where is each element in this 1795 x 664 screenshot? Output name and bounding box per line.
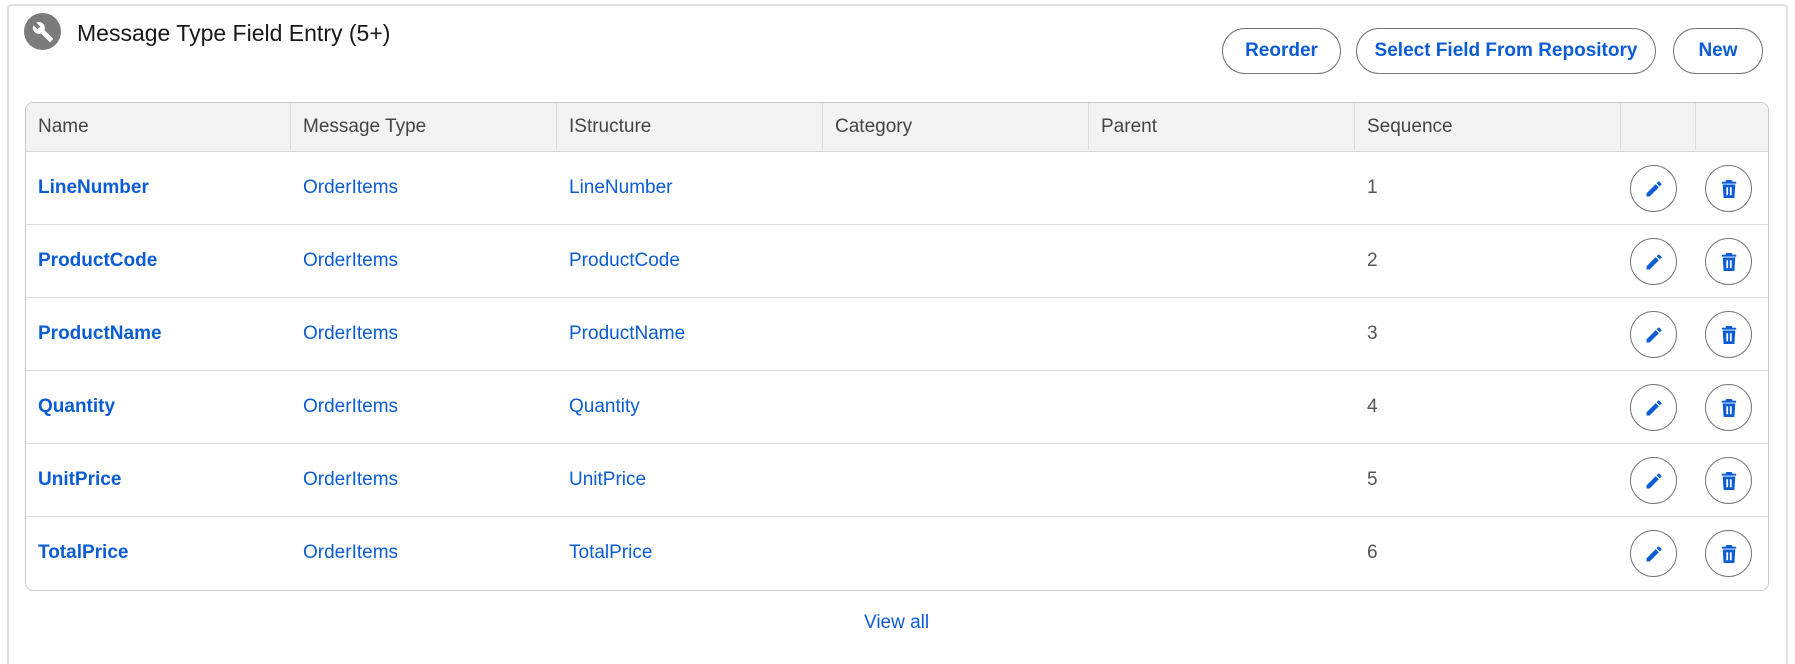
cell-sequence: 2 <box>1367 250 1378 271</box>
trash-icon <box>1720 325 1738 345</box>
cell-sequence: 6 <box>1367 542 1378 563</box>
cell-sequence: 1 <box>1367 177 1378 198</box>
table-row: TotalPrice OrderItems TotalPrice 6 <box>26 517 1768 590</box>
column-header-edit <box>1621 103 1696 150</box>
cell-parent <box>1089 225 1355 297</box>
delete-button[interactable] <box>1705 238 1752 285</box>
column-header-istructure[interactable]: IStructure <box>557 103 823 150</box>
pencil-icon <box>1644 252 1664 272</box>
column-header-category[interactable]: Category <box>823 103 1089 150</box>
pencil-icon <box>1644 179 1664 199</box>
wrench-icon <box>24 13 61 50</box>
cell-istructure[interactable]: LineNumber <box>557 152 823 224</box>
cell-istructure[interactable]: ProductName <box>557 298 823 370</box>
cell-message-type[interactable]: OrderItems <box>291 152 557 224</box>
cell-category <box>823 298 1089 370</box>
delete-button[interactable] <box>1705 384 1752 431</box>
cell-message-type[interactable]: OrderItems <box>291 517 557 589</box>
column-header-message-type[interactable]: Message Type <box>291 103 557 150</box>
trash-icon <box>1720 179 1738 199</box>
fields-table: Name Message Type IStructure Category Pa… <box>25 102 1769 591</box>
cell-name[interactable]: TotalPrice <box>26 517 291 589</box>
table-row: LineNumber OrderItems LineNumber 1 <box>26 152 1768 225</box>
cell-istructure[interactable]: UnitPrice <box>557 444 823 516</box>
cell-name[interactable]: LineNumber <box>26 152 291 224</box>
cell-name[interactable]: ProductCode <box>26 225 291 297</box>
cell-parent <box>1089 298 1355 370</box>
edit-button[interactable] <box>1630 238 1677 285</box>
edit-button[interactable] <box>1630 165 1677 212</box>
table-row: Quantity OrderItems Quantity 4 <box>26 371 1768 444</box>
cell-sequence: 3 <box>1367 323 1378 344</box>
cell-name[interactable]: UnitPrice <box>26 444 291 516</box>
delete-button[interactable] <box>1705 457 1752 504</box>
cell-parent <box>1089 444 1355 516</box>
pencil-icon <box>1644 398 1664 418</box>
reorder-button[interactable]: Reorder <box>1222 28 1341 74</box>
cell-category <box>823 225 1089 297</box>
new-button[interactable]: New <box>1673 28 1763 74</box>
trash-icon <box>1720 471 1738 491</box>
edit-button[interactable] <box>1630 311 1677 358</box>
cell-category <box>823 371 1089 443</box>
cell-message-type[interactable]: OrderItems <box>291 225 557 297</box>
edit-button[interactable] <box>1630 384 1677 431</box>
cell-name[interactable]: Quantity <box>26 371 291 443</box>
table-row: ProductCode OrderItems ProductCode 2 <box>26 225 1768 298</box>
column-header-sequence[interactable]: Sequence <box>1355 103 1621 150</box>
edit-button[interactable] <box>1630 457 1677 504</box>
column-header-delete <box>1696 103 1768 150</box>
pencil-icon <box>1644 544 1664 564</box>
pencil-icon <box>1644 471 1664 491</box>
trash-icon <box>1720 544 1738 564</box>
cell-name[interactable]: ProductName <box>26 298 291 370</box>
cell-category <box>823 444 1089 516</box>
cell-parent <box>1089 371 1355 443</box>
delete-button[interactable] <box>1705 311 1752 358</box>
table-row: UnitPrice OrderItems UnitPrice 5 <box>26 444 1768 517</box>
trash-icon <box>1720 398 1738 418</box>
cell-parent <box>1089 517 1355 589</box>
cell-sequence: 5 <box>1367 469 1378 490</box>
cell-istructure[interactable]: Quantity <box>557 371 823 443</box>
cell-parent <box>1089 152 1355 224</box>
cell-message-type[interactable]: OrderItems <box>291 444 557 516</box>
cell-sequence: 4 <box>1367 396 1378 417</box>
column-header-name[interactable]: Name <box>26 103 291 150</box>
table-header: Name Message Type IStructure Category Pa… <box>26 103 1768 152</box>
card-title: Message Type Field Entry (5+) <box>77 20 391 46</box>
trash-icon <box>1720 252 1738 272</box>
select-field-from-repository-button[interactable]: Select Field From Repository <box>1356 28 1656 74</box>
cell-istructure[interactable]: ProductCode <box>557 225 823 297</box>
cell-message-type[interactable]: OrderItems <box>291 298 557 370</box>
delete-button[interactable] <box>1705 165 1752 212</box>
cell-message-type[interactable]: OrderItems <box>291 371 557 443</box>
cell-istructure[interactable]: TotalPrice <box>557 517 823 589</box>
pencil-icon <box>1644 325 1664 345</box>
column-header-parent[interactable]: Parent <box>1089 103 1355 150</box>
cell-category <box>823 152 1089 224</box>
delete-button[interactable] <box>1705 530 1752 577</box>
edit-button[interactable] <box>1630 530 1677 577</box>
table-row: ProductName OrderItems ProductName 3 <box>26 298 1768 371</box>
view-all-link[interactable]: View all <box>864 612 929 634</box>
cell-category <box>823 517 1089 589</box>
